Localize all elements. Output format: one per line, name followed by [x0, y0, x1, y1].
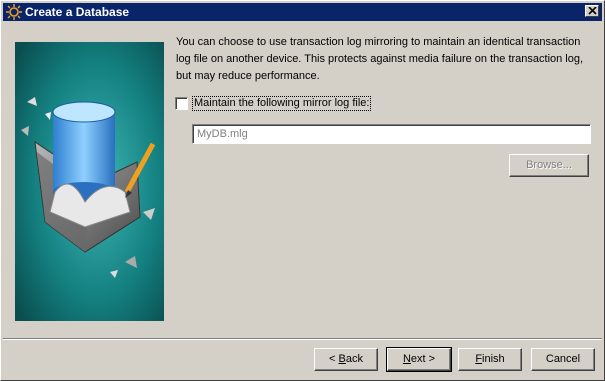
close-icon	[588, 7, 597, 15]
mirror-checkbox[interactable]	[175, 97, 188, 110]
window-title: Create a Database	[25, 5, 130, 19]
mirror-checkbox-label[interactable]: Maintain the following mirror log file:	[192, 96, 372, 111]
back-rest: ack	[345, 353, 363, 365]
button-divider	[3, 338, 602, 340]
cancel-button[interactable]: Cancel	[531, 348, 595, 371]
back-prefix: <	[329, 353, 339, 365]
create-database-dialog: Create a Database You can choose to use …	[0, 0, 605, 381]
title-bar: Create a Database	[3, 3, 602, 21]
wizard-illustration	[15, 42, 164, 321]
next-mnemonic: N	[402, 353, 411, 365]
close-button[interactable]	[585, 5, 599, 17]
back-mnemonic: B	[338, 353, 346, 365]
mirror-log-file-input[interactable]	[192, 124, 591, 144]
browse-button[interactable]: Browse...	[509, 154, 589, 177]
sybase-sun-icon	[6, 4, 22, 20]
next-button[interactable]: Next >	[386, 347, 452, 372]
finish-rest: inish	[482, 353, 505, 365]
description-text: You can choose to use transaction log mi…	[176, 36, 584, 82]
finish-button[interactable]: Finish	[458, 348, 522, 371]
back-button[interactable]: < Back	[314, 348, 378, 371]
next-rest: ext >	[410, 353, 436, 365]
